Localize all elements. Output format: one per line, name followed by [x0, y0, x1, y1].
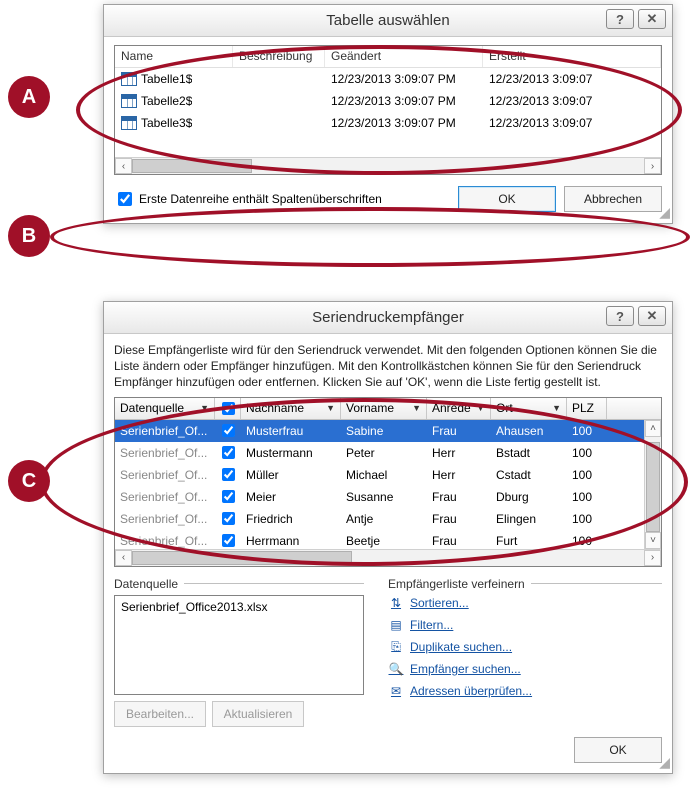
- scroll-left-icon[interactable]: ‹: [115, 158, 132, 174]
- scroll-thumb[interactable]: [646, 442, 660, 532]
- annotation-badge-a: A: [8, 76, 50, 118]
- sort-link[interactable]: ⇅Sortieren...: [388, 595, 662, 611]
- duplicates-icon: ⎘: [388, 639, 404, 655]
- select-table-dialog: Tabelle auswählen ? ✕ Name Beschreibung …: [103, 4, 673, 224]
- find-recipient-link[interactable]: 🔍Empfänger suchen...: [388, 661, 662, 677]
- col-zip[interactable]: PLZ: [567, 398, 607, 419]
- dialog-title: Tabelle auswählen: [104, 12, 672, 29]
- table-icon: [121, 94, 137, 108]
- recipient-checkbox[interactable]: [222, 512, 235, 525]
- refine-section-label: Empfängerliste verfeinern: [388, 577, 525, 591]
- recipient-checkbox[interactable]: [222, 424, 235, 437]
- help-button[interactable]: ?: [606, 306, 634, 326]
- resize-grip-icon[interactable]: ◢: [656, 757, 670, 771]
- recipient-row[interactable]: Serienbrief_Of...MüllerMichaelHerrCstadt…: [115, 464, 661, 486]
- datasource-section-label: Datenquelle: [114, 577, 178, 591]
- select-all-checkbox[interactable]: [222, 402, 235, 415]
- ok-button[interactable]: OK: [458, 186, 556, 212]
- scroll-right-icon[interactable]: ›: [644, 158, 661, 174]
- table-row[interactable]: Tabelle1$12/23/2013 3:09:07 PM12/23/2013…: [115, 68, 661, 90]
- col-lastname[interactable]: Nachname▼: [241, 398, 341, 419]
- horizontal-scrollbar[interactable]: ‹ ›: [115, 549, 661, 566]
- scroll-left-icon[interactable]: ‹: [115, 550, 132, 566]
- recipients-grid[interactable]: Datenquelle▼ Nachname▼ Vorname▼ Anrede▼ …: [114, 397, 662, 567]
- filter-icon: ▤: [388, 617, 404, 633]
- col-salutation[interactable]: Anrede▼: [427, 398, 491, 419]
- close-button[interactable]: ✕: [638, 9, 666, 29]
- chevron-down-icon[interactable]: ▼: [326, 403, 335, 413]
- refresh-button[interactable]: Aktualisieren: [212, 701, 304, 727]
- col-firstname[interactable]: Vorname▼: [341, 398, 427, 419]
- dialog-title: Seriendruckempfänger: [104, 309, 672, 326]
- col-modified[interactable]: Geändert: [325, 46, 483, 67]
- table-row[interactable]: Tabelle3$12/23/2013 3:09:07 PM12/23/2013…: [115, 112, 661, 134]
- table-row[interactable]: Tabelle2$12/23/2013 3:09:07 PM12/23/2013…: [115, 90, 661, 112]
- scroll-right-icon[interactable]: ›: [644, 550, 661, 566]
- col-datasource[interactable]: Datenquelle▼: [115, 398, 215, 419]
- validate-icon: ✉: [388, 683, 404, 699]
- recipient-checkbox[interactable]: [222, 468, 235, 481]
- recipient-checkbox[interactable]: [222, 446, 235, 459]
- col-created[interactable]: Erstellt: [483, 46, 661, 67]
- help-button[interactable]: ?: [606, 9, 634, 29]
- col-name[interactable]: Name: [115, 46, 233, 67]
- chevron-down-icon[interactable]: ▼: [552, 403, 561, 413]
- first-row-headers-checkbox[interactable]: Erste Datenreihe enthält Spaltenüberschr…: [114, 189, 382, 209]
- col-description[interactable]: Beschreibung: [233, 46, 325, 67]
- scroll-thumb[interactable]: [132, 159, 252, 173]
- recipient-checkbox[interactable]: [222, 490, 235, 503]
- scroll-down-icon[interactable]: ˅: [645, 532, 661, 549]
- recipient-checkbox[interactable]: [222, 534, 235, 547]
- dialog-titlebar: Tabelle auswählen ? ✕: [104, 5, 672, 37]
- duplicates-link[interactable]: ⎘Duplikate suchen...: [388, 639, 662, 655]
- first-row-headers-input[interactable]: [118, 192, 132, 206]
- vertical-scrollbar[interactable]: ˄ ˅: [644, 420, 661, 549]
- close-button[interactable]: ✕: [638, 306, 666, 326]
- cancel-button[interactable]: Abbrechen: [564, 186, 662, 212]
- col-city[interactable]: Ort▼: [491, 398, 567, 419]
- search-icon: 🔍: [388, 661, 404, 677]
- table-list[interactable]: Name Beschreibung Geändert Erstellt Tabe…: [114, 45, 662, 175]
- chevron-down-icon[interactable]: ▼: [476, 403, 485, 413]
- dialog-description: Diese Empfängerliste wird für den Serien…: [114, 342, 662, 391]
- filter-link[interactable]: ▤Filtern...: [388, 617, 662, 633]
- chevron-down-icon[interactable]: ▼: [412, 403, 421, 413]
- recipient-row[interactable]: Serienbrief_Of...MusterfrauSabineFrauAha…: [115, 420, 661, 442]
- datasource-list[interactable]: Serienbrief_Office2013.xlsx: [114, 595, 364, 695]
- annotation-badge-c: C: [8, 460, 50, 502]
- col-checkbox[interactable]: [215, 398, 241, 419]
- scroll-up-icon[interactable]: ˄: [645, 420, 661, 437]
- sort-icon: ⇅: [388, 595, 404, 611]
- scroll-thumb[interactable]: [132, 551, 352, 565]
- ok-button[interactable]: OK: [574, 737, 662, 763]
- recipient-row[interactable]: Serienbrief_Of...FriedrichAntjeFrauEling…: [115, 508, 661, 530]
- list-item[interactable]: Serienbrief_Office2013.xlsx: [121, 600, 357, 614]
- resize-grip-icon[interactable]: ◢: [656, 207, 670, 221]
- annotation-badge-b: B: [8, 215, 50, 257]
- chevron-down-icon[interactable]: ▼: [200, 403, 209, 413]
- horizontal-scrollbar[interactable]: ‹ ›: [115, 157, 661, 174]
- edit-button[interactable]: Bearbeiten...: [114, 701, 206, 727]
- table-icon: [121, 72, 137, 86]
- table-icon: [121, 116, 137, 130]
- recipient-row[interactable]: Serienbrief_Of...MeierSusanneFrauDburg10…: [115, 486, 661, 508]
- mail-merge-recipients-dialog: Seriendruckempfänger ? ✕ Diese Empfänger…: [103, 301, 673, 774]
- recipient-row[interactable]: Serienbrief_Of...MustermannPeterHerrBsta…: [115, 442, 661, 464]
- validate-addresses-link[interactable]: ✉Adressen überprüfen...: [388, 683, 662, 699]
- dialog-titlebar: Seriendruckempfänger ? ✕: [104, 302, 672, 334]
